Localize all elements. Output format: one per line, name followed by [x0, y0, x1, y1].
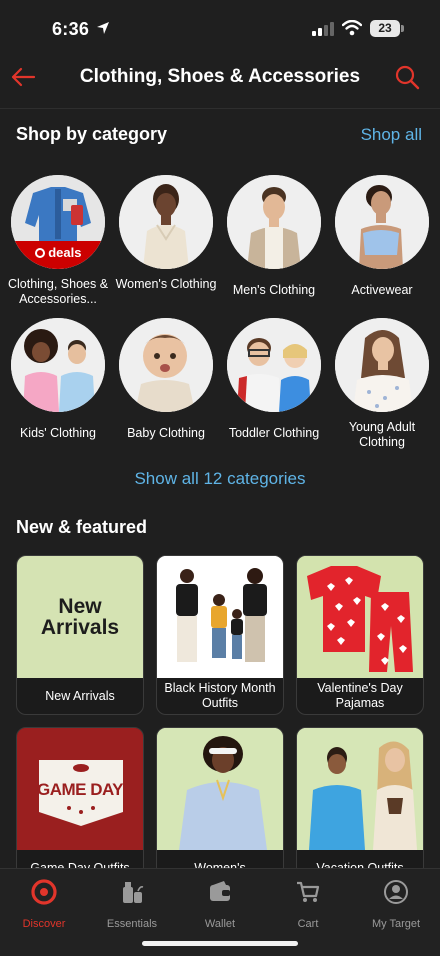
category-label: Men's Clothing [232, 283, 316, 297]
category-label: Toddler Clothing [228, 426, 320, 440]
game-day-image-text: GAME DAY [36, 780, 124, 799]
back-arrow-icon[interactable] [10, 64, 36, 90]
featured-card-game-day[interactable]: GAME DAY Game Day Outfits [16, 727, 144, 877]
cellular-signal-icon [312, 22, 334, 36]
category-label: Clothing, Shoes & Accessories... [7, 277, 109, 306]
shop-by-category-title: Shop by category [16, 124, 168, 144]
category-label: Young Adult Clothing [348, 420, 416, 449]
card-image: New Arrivals [17, 556, 143, 678]
nav-my-target[interactable]: My Target [356, 879, 436, 930]
target-mini-icon [34, 248, 45, 258]
battery-tip [401, 25, 404, 32]
top-header: Clothing, Shoes & Accessories [0, 58, 440, 98]
nav-label: Essentials [106, 918, 158, 930]
location-arrow-icon [97, 22, 109, 34]
card-image [297, 556, 423, 678]
nav-label: Cart [297, 918, 319, 930]
womens-model-photo [119, 175, 213, 269]
womens-outfit-photo [157, 728, 283, 850]
featured-card-vacation-outfits[interactable]: Vacation Outfits [296, 727, 424, 877]
card-image [157, 728, 283, 850]
category-image [335, 318, 429, 412]
category-label: Activewear [351, 283, 413, 297]
category-image [119, 318, 213, 412]
category-image [119, 175, 213, 269]
category-womens-clothing[interactable]: Women's Clothing [112, 175, 220, 292]
battery-indicator: 23 [370, 20, 400, 37]
featured-card-black-history-month[interactable]: Black History Month Outfits [156, 555, 284, 715]
nav-label: Discover [22, 918, 66, 930]
wallet-icon [210, 881, 230, 901]
page-title: Clothing, Shoes & Accessories [79, 66, 361, 87]
profile-icon [384, 880, 408, 904]
activewear-model-photo [335, 175, 429, 269]
deals-badge: deals [48, 245, 82, 260]
header-divider [0, 108, 440, 109]
nav-essentials[interactable]: Essentials [92, 879, 172, 930]
category-label: Baby Clothing [127, 426, 205, 440]
category-label: Kids' Clothing [19, 426, 97, 440]
featured-card-womens[interactable]: Women's [156, 727, 284, 877]
category-image [227, 318, 321, 412]
kids-model-photo [11, 318, 105, 412]
nav-cart[interactable]: Cart [268, 879, 348, 930]
category-label: Women's Clothing [115, 277, 217, 291]
target-bullseye-icon [31, 879, 57, 905]
category-image: deals [11, 175, 105, 269]
cart-icon [297, 881, 320, 902]
wifi-icon [342, 20, 362, 36]
status-bar: 6:36 23 [0, 0, 440, 58]
young-adult-model-photo [335, 318, 429, 412]
category-image [227, 175, 321, 269]
category-image [11, 318, 105, 412]
baby-model-photo [119, 318, 213, 412]
category-mens-clothing[interactable]: Men's Clothing [220, 175, 328, 298]
home-indicator [142, 941, 298, 946]
category-image [335, 175, 429, 269]
nav-label: My Target [371, 918, 421, 930]
category-baby-clothing[interactable]: Baby Clothing [112, 318, 220, 441]
category-toddler-clothing[interactable]: Toddler Clothing [220, 318, 328, 441]
show-all-categories-link[interactable]: Show all 12 categories [0, 469, 440, 489]
featured-card-new-arrivals[interactable]: New Arrivals New Arrivals [16, 555, 144, 715]
vacation-outfits-photo [297, 728, 423, 850]
category-activewear[interactable]: Activewear [328, 175, 436, 298]
category-kids-clothing[interactable]: Kids' Clothing [4, 318, 112, 441]
shop-all-link[interactable]: Shop all [361, 125, 422, 145]
toddler-model-photo [227, 318, 321, 412]
card-image [297, 728, 423, 850]
new-arrivals-image-text: New Arrivals [40, 595, 120, 639]
card-image [157, 556, 283, 678]
card-label: New Arrivals [45, 688, 115, 703]
card-image: GAME DAY [17, 728, 143, 850]
category-clothing-shoes-accessories[interactable]: deals Clothing, Shoes & Accessories... [4, 175, 112, 307]
card-label: Black History Month Outfits [164, 681, 276, 710]
nav-wallet[interactable]: Wallet [180, 879, 260, 930]
featured-card-valentines-pajamas[interactable]: Valentine's Day Pajamas [296, 555, 424, 715]
heart-pajamas-photo [297, 556, 423, 678]
essentials-icon [123, 882, 144, 903]
mens-model-photo [227, 175, 321, 269]
card-label: Valentine's Day Pajamas [317, 681, 403, 710]
nav-label: Wallet [204, 918, 236, 930]
status-time: 6:36 [52, 19, 90, 39]
category-young-adult-clothing[interactable]: Young Adult Clothing [328, 318, 436, 450]
family-outfits-photo [157, 556, 283, 678]
nav-discover[interactable]: Discover [4, 879, 84, 930]
new-featured-title: New & featured [16, 517, 148, 537]
search-icon[interactable] [394, 64, 420, 90]
